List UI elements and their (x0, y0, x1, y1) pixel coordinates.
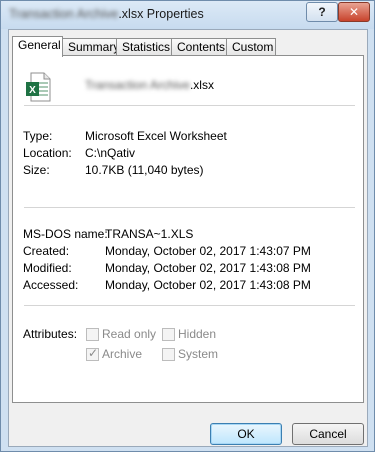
cancel-button[interactable]: Cancel (292, 423, 364, 445)
tab-statistics[interactable]: Statistics (116, 38, 172, 56)
tab-custom[interactable]: Custom (226, 38, 276, 56)
dialog-client: General Summary Statistics Contents Cust… (8, 29, 368, 447)
modified-label: Modified: (23, 261, 72, 275)
excel-file-icon: X (26, 72, 51, 102)
checkmark-icon: ✓ (88, 346, 99, 360)
created-value: Monday, October 02, 2017 1:43:07 PM (105, 244, 311, 258)
accessed-label: Accessed: (23, 278, 79, 292)
title-suffix: .xlsx Properties (118, 7, 204, 21)
msdos-name-value: TRANSA~1.XLS (105, 227, 194, 241)
divider (24, 105, 355, 106)
ok-button[interactable]: OK (210, 423, 282, 445)
size-value: 10.7KB (11,040 bytes) (85, 163, 204, 177)
accessed-value: Monday, October 02, 2017 1:43:08 PM (105, 278, 311, 292)
general-tab-panel: X Transaction Archive.xlsx Type: Microso… (12, 55, 364, 403)
divider (24, 207, 355, 208)
svg-text:X: X (29, 85, 36, 96)
file-name-redacted: Transaction Archive (85, 78, 190, 92)
window-title: Transaction Archive.xlsx Properties (9, 7, 204, 21)
help-button[interactable]: ? (306, 2, 338, 22)
location-label: Location: (23, 146, 72, 160)
attributes-label: Attributes: (23, 327, 78, 341)
title-filename-redacted: Transaction Archive (9, 7, 119, 21)
hidden-label: Hidden (178, 327, 217, 341)
read-only-checkbox[interactable] (86, 328, 99, 341)
type-label: Type: (23, 129, 53, 143)
type-value: Microsoft Excel Worksheet (85, 129, 227, 143)
close-button[interactable]: ✕ (338, 2, 370, 22)
title-bar[interactable]: Transaction Archive.xlsx Properties ? ✕ (1, 1, 374, 29)
properties-window: Transaction Archive.xlsx Properties ? ✕ … (0, 0, 375, 452)
tab-summary[interactable]: Summary (62, 38, 119, 56)
size-label: Size: (23, 163, 50, 177)
archive-checkbox[interactable]: ✓ (86, 346, 99, 361)
archive-label: Archive (102, 347, 143, 361)
created-label: Created: (23, 244, 70, 258)
system-checkbox[interactable] (162, 348, 175, 361)
read-only-label: Read only (102, 327, 157, 341)
tab-contents[interactable]: Contents (171, 38, 227, 56)
modified-value: Monday, October 02, 2017 1:43:08 PM (105, 261, 311, 275)
divider (24, 305, 355, 306)
file-name: Transaction Archive.xlsx (85, 78, 214, 92)
tab-general[interactable]: General (12, 36, 63, 57)
file-name-suffix: .xlsx (189, 78, 214, 92)
system-label: System (178, 347, 219, 361)
hidden-checkbox[interactable] (162, 328, 175, 341)
location-value: C:\nQativ (85, 146, 136, 160)
msdos-name-label: MS-DOS name: (23, 227, 108, 241)
